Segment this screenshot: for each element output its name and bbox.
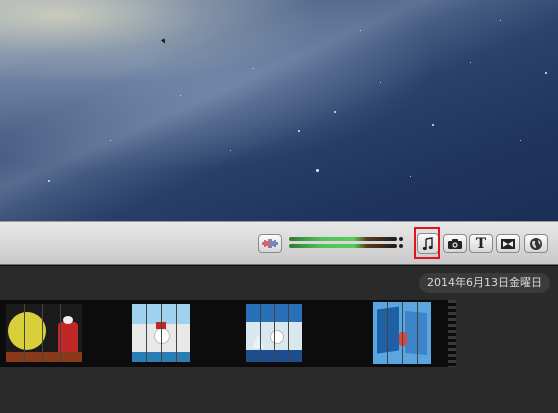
clip-3-tree [252, 334, 264, 348]
mouse-cursor [161, 38, 167, 45]
audio-adjust-button[interactable] [258, 234, 282, 253]
audio-waveform-icon [262, 239, 278, 248]
star [500, 20, 501, 21]
star [230, 150, 231, 151]
clip-4-figure [399, 332, 407, 346]
meter-peak-dot [399, 244, 403, 248]
photos-button[interactable] [443, 234, 467, 253]
star [410, 176, 411, 177]
galaxy-band [0, 0, 558, 221]
music-button-highlight [414, 227, 440, 259]
clip-2-image [132, 304, 190, 362]
imovie-toolbar: T [0, 221, 558, 265]
star [360, 30, 361, 31]
globe-icon [530, 237, 542, 250]
clip-4-image [373, 302, 431, 364]
star [470, 62, 471, 63]
filmstrip-perforations [448, 300, 456, 367]
titles-button[interactable]: T [469, 234, 493, 253]
meter-bar-right [289, 244, 397, 248]
clip-1-santa [58, 322, 78, 356]
clip-4-panel [377, 306, 399, 354]
audio-level-meter [289, 235, 403, 251]
clip-thumbnail-2[interactable] [110, 300, 210, 367]
clip-1-ground [6, 352, 82, 362]
clip-2-snowman [154, 328, 170, 344]
star [380, 82, 381, 83]
star [545, 72, 547, 74]
clip-1-hat [63, 316, 73, 324]
star [48, 180, 50, 182]
clip-3-snowman [270, 330, 284, 344]
star [432, 124, 434, 126]
clip-thumbnail-3[interactable] [220, 300, 320, 367]
title-T-icon: T [475, 235, 487, 252]
desktop-wallpaper [0, 0, 558, 221]
star [520, 140, 521, 141]
star [316, 169, 319, 172]
star [253, 68, 254, 69]
star [110, 140, 111, 141]
transitions-button[interactable] [496, 234, 520, 253]
star [334, 111, 336, 113]
clip-1-sun [8, 312, 46, 350]
meter-peak-dot [399, 237, 403, 241]
star [180, 95, 181, 96]
transition-icon [501, 238, 515, 249]
event-date-label: 2014年6月13日金曜日 [419, 273, 550, 293]
clip-4-panel [405, 310, 427, 356]
clip-1-image [6, 304, 82, 362]
clip-thumbnail-4[interactable] [338, 300, 438, 367]
meter-bar-left [289, 237, 397, 241]
clip-3-image [246, 304, 302, 362]
star [298, 130, 300, 132]
maps-backgrounds-button[interactable] [524, 234, 548, 253]
camera-icon [448, 238, 462, 249]
clip-thumbnail-1[interactable] [0, 300, 100, 367]
